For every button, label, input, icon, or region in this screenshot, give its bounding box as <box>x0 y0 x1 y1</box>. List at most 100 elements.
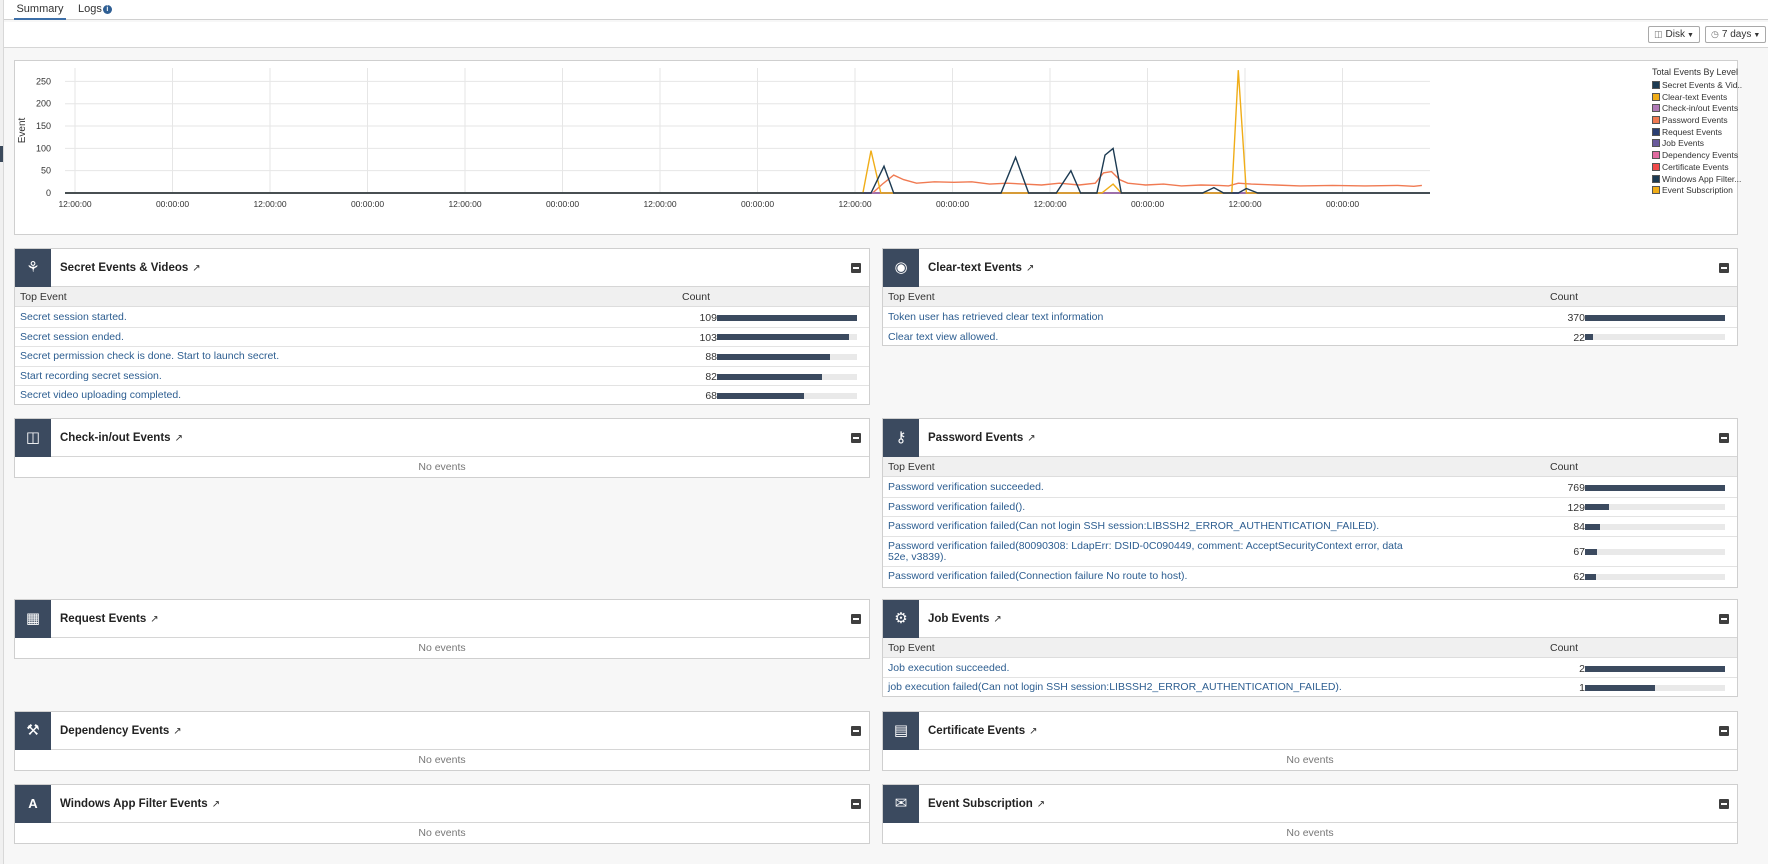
table-row: Secret video uploading completed. 68 <box>15 386 869 406</box>
event-link[interactable]: Password verification failed(Can not log… <box>888 521 1408 532</box>
legend-item[interactable]: Password Events <box>1652 115 1742 127</box>
card-header: ▤ Certificate Events ↗ <box>883 712 1737 750</box>
count-bar-fill <box>1585 665 1725 672</box>
user-lock-icon: ⚘ <box>15 249 51 287</box>
card-title: Password Events <box>928 432 1024 444</box>
collapse-button[interactable] <box>851 433 861 443</box>
table-row: Secret session started. 109 <box>15 308 869 328</box>
x-tick-label: 12:00:00 <box>58 199 91 209</box>
collapse-button[interactable] <box>851 726 861 736</box>
event-link[interactable]: Password verification succeeded. <box>888 482 1408 493</box>
y-tick-label: 100 <box>36 143 51 153</box>
legend-item[interactable]: Dependency Events <box>1652 150 1742 162</box>
no-events-text: No events <box>418 754 466 766</box>
collapse-button[interactable] <box>1719 433 1729 443</box>
card-title-link[interactable]: Check-in/out Events ↗ <box>60 419 183 458</box>
card-header: A Windows App Filter Events ↗ <box>15 785 869 823</box>
tab-summary[interactable]: Summary <box>14 0 66 20</box>
card-title-link[interactable]: Clear-text Events ↗ <box>928 249 1034 288</box>
card-title: Job Events <box>928 613 990 625</box>
event-link[interactable]: Secret permission check is done. Start t… <box>20 351 540 362</box>
external-link-icon: ↗ <box>192 263 201 274</box>
collapse-button[interactable] <box>1719 263 1729 273</box>
collapse-button[interactable] <box>1719 799 1729 809</box>
external-link-icon: ↗ <box>1029 726 1038 737</box>
legend-label: Job Events <box>1662 138 1705 149</box>
collapse-button[interactable] <box>851 799 861 809</box>
card-title-link[interactable]: Windows App Filter Events ↗ <box>60 785 220 824</box>
legend-item[interactable]: Request Events <box>1652 127 1742 139</box>
external-link-icon: ↗ <box>150 614 159 625</box>
card-title-link[interactable]: Secret Events & Videos ↗ <box>60 249 201 288</box>
card-title-link[interactable]: Request Events ↗ <box>60 600 159 639</box>
legend-swatch <box>1652 104 1660 113</box>
external-link-icon: ↗ <box>1036 799 1046 810</box>
count-bar-track <box>1585 665 1725 672</box>
collapse-button[interactable] <box>1719 614 1729 624</box>
card-title-link[interactable]: Job Events ↗ <box>928 600 1002 639</box>
col-count: Count <box>1550 461 1579 473</box>
collapse-button[interactable] <box>851 614 861 624</box>
table-row: job execution failed(Can not login SSH s… <box>883 678 1737 697</box>
card-title-link[interactable]: Dependency Events ↗ <box>60 712 182 751</box>
y-tick-label: 0 <box>46 188 51 198</box>
col-count: Count <box>682 291 711 303</box>
count-bar-track <box>1585 334 1725 341</box>
event-link[interactable]: Password verification failed(). <box>888 501 1408 513</box>
card-title-link[interactable]: Event Subscription ↗ <box>928 785 1045 824</box>
event-link[interactable]: Secret video uploading completed. <box>20 390 540 401</box>
card-title: Check-in/out Events <box>60 432 171 444</box>
subscription-icon: ✉ <box>883 785 919 823</box>
event-link[interactable]: Secret session started. <box>20 312 540 323</box>
count-bar-fill <box>717 393 804 400</box>
count-bar-track <box>1585 484 1725 491</box>
event-subscription-card: ✉ Event Subscription ↗ No events <box>882 784 1738 844</box>
legend-label: Secret Events & Vid... <box>1662 80 1742 90</box>
disk-label: Disk <box>1665 29 1685 40</box>
tab-logs[interactable]: Logs i <box>78 0 112 20</box>
legend-item[interactable]: Secret Events & Vid... <box>1652 80 1742 92</box>
legend-item[interactable]: Certificate Events <box>1652 162 1742 174</box>
count-bar-track <box>1585 523 1725 530</box>
event-link[interactable]: Clear text view allowed. <box>888 331 1408 343</box>
toolbar: ◫ Disk ▼ ◷ 7 days ▼ <box>4 22 1768 48</box>
event-link[interactable]: Password verification failed(Connection … <box>888 570 1408 582</box>
external-link-icon: ↗ <box>174 433 183 444</box>
collapse-button[interactable] <box>851 263 861 273</box>
count-bar-fill <box>1585 314 1725 321</box>
count-bar-fill <box>717 334 850 341</box>
event-link[interactable]: job execution failed(Can not login SSH s… <box>888 682 1408 693</box>
count-bar-track <box>1585 314 1725 321</box>
card-title: Windows App Filter Events <box>60 798 208 810</box>
chart-legend: Total Events By Level Secret Events & Vi… <box>1652 67 1742 197</box>
event-link[interactable]: Job execution succeeded. <box>888 663 1408 674</box>
legend-item[interactable]: Event Subscription <box>1652 185 1742 197</box>
col-count: Count <box>1550 642 1579 654</box>
y-tick-label: 250 <box>36 76 51 86</box>
no-events-text: No events <box>1286 754 1334 766</box>
time-range-dropdown[interactable]: ◷ 7 days ▼ <box>1705 26 1767 43</box>
card-title: Clear-text Events <box>928 262 1022 274</box>
x-tick-label: 00:00:00 <box>936 199 969 209</box>
collapse-button[interactable] <box>1719 726 1729 736</box>
legend-label: Certificate Events <box>1662 161 1729 172</box>
no-events-text: No events <box>418 827 466 839</box>
event-link[interactable]: Password verification failed(80090308: L… <box>888 540 1408 563</box>
event-link[interactable]: Start recording secret session. <box>20 370 540 382</box>
card-title-link[interactable]: Certificate Events ↗ <box>928 712 1038 751</box>
legend-label: Windows App Filter... <box>1662 173 1742 184</box>
legend-item[interactable]: Check-in/out Events <box>1652 103 1742 115</box>
disk-dropdown[interactable]: ◫ Disk ▼ <box>1648 26 1700 43</box>
x-tick-label: 12:00:00 <box>1228 199 1261 209</box>
table-row: Password verification failed(Connection … <box>883 567 1737 587</box>
card-title-link[interactable]: Password Events ↗ <box>928 419 1036 458</box>
card-header: ▦ Request Events ↗ <box>15 600 869 638</box>
legend-item[interactable]: Windows App Filter... <box>1652 174 1742 186</box>
legend-item[interactable]: Clear-text Events <box>1652 92 1742 104</box>
events-line-chart: 0 50 100 150 200 250 12:00:00 00:00:00 12:00:00 0… <box>17 68 1430 209</box>
card-header: ⚘ Secret Events & Videos ↗ <box>15 249 869 287</box>
event-link[interactable]: Token user has retrieved clear text info… <box>888 312 1408 323</box>
legend-item[interactable]: Job Events <box>1652 138 1742 150</box>
count-bar-fill <box>717 353 831 360</box>
event-link[interactable]: Secret session ended. <box>20 331 540 343</box>
